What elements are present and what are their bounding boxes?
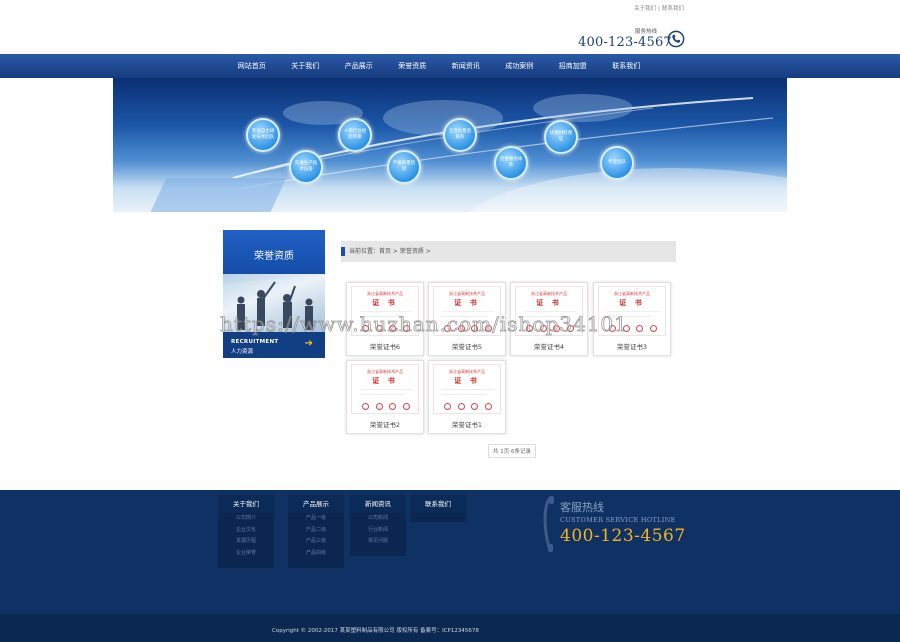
certificate-seals bbox=[444, 403, 492, 410]
certificate-line bbox=[360, 394, 404, 395]
certificate-header: 浙江省高新技术产品 bbox=[367, 291, 403, 296]
header-hotline: 服务热线 400-123-4567 bbox=[578, 27, 688, 51]
phone-icon bbox=[667, 30, 685, 48]
footer-hotline-sub: CUSTOMER SERVICE HOTLINE bbox=[560, 516, 676, 524]
banner-bubble: 全方位售后服务 bbox=[443, 118, 477, 152]
nav-honors[interactable]: 荣誉资质 bbox=[386, 54, 440, 78]
nav-cases[interactable]: 成功案例 bbox=[493, 54, 547, 78]
footer-column-products: 产品展示 产品一级 产品二级 产品三级 产品四级 bbox=[288, 495, 344, 568]
hero-banner: 专业自主研发技术团队 先进生产技术设备 十年行业经验积累 严格质量检测 全方位售… bbox=[113, 78, 787, 212]
nav-about[interactable]: 关于我们 bbox=[279, 54, 333, 78]
certificate-line bbox=[442, 389, 494, 390]
footer-hotline-label: 客服热线 bbox=[560, 501, 604, 514]
banner-bubble: 严格质量检测 bbox=[387, 150, 421, 184]
certificate-title: 证 书 bbox=[454, 377, 480, 385]
certificate-card[interactable]: 浙江省高新技术产品 证 书 荣誉证书2 bbox=[346, 360, 424, 434]
banner-bubble: 专业自主研发技术团队 bbox=[246, 118, 280, 152]
certificate-line bbox=[442, 394, 486, 395]
certificate-header: 浙江省高新技术产品 bbox=[614, 291, 650, 296]
footer-link[interactable]: 企业荣誉 bbox=[218, 548, 274, 560]
footer-column-title[interactable]: 联系我们 bbox=[410, 495, 466, 513]
footer-hotline-number: 400-123-4567 bbox=[560, 526, 686, 546]
copyright-bar: Copyright © 2002-2017 某某塑料制品有限公司 版权所有 备案… bbox=[0, 614, 900, 642]
certificate-header: 浙江省高新技术产品 bbox=[367, 369, 403, 374]
certificate-title: 证 书 bbox=[372, 299, 398, 307]
certificate-label[interactable]: 荣誉证书5 bbox=[429, 341, 505, 351]
banner-bubble: 先进生产技术设备 bbox=[289, 150, 323, 184]
certificate-label[interactable]: 荣誉证书6 bbox=[347, 341, 423, 351]
sidebar: 荣誉资质 RECRUITMENT 人力资源 ➔ bbox=[223, 230, 325, 358]
footer-column-title[interactable]: 关于我们 bbox=[218, 495, 274, 513]
arrow-right-icon[interactable]: ➔ bbox=[305, 338, 313, 349]
banner-bubble: 完善服务体系 bbox=[494, 146, 528, 180]
certificate-image: 浙江省高新技术产品 证 书 bbox=[433, 364, 501, 414]
nav-contact[interactable]: 联系我们 bbox=[600, 54, 654, 78]
banner-bubble: 十年行业经验积累 bbox=[338, 118, 372, 152]
breadcrumb: 当前位置：首页 > 荣誉资质 > bbox=[341, 241, 676, 262]
top-link-about[interactable]: 关于我们 bbox=[634, 6, 656, 12]
certificate-line bbox=[360, 389, 412, 390]
certificate-header: 浙江省高新技术产品 bbox=[531, 291, 567, 296]
banner-bubble: 优质材料保证 bbox=[544, 120, 578, 154]
hotline-label: 服务热线 bbox=[635, 29, 658, 35]
main-nav: 网站首页 关于我们 产品展示 荣誉资质 新闻资讯 成功案例 招商加盟 联系我们 bbox=[0, 54, 900, 78]
top-links: 关于我们 | 联系我们 bbox=[634, 6, 684, 12]
nav-join[interactable]: 招商加盟 bbox=[546, 54, 600, 78]
footer-column-title[interactable]: 产品展示 bbox=[288, 495, 344, 513]
breadcrumb-marker-icon bbox=[341, 247, 345, 256]
footer-column-about: 关于我们 公司简介 企业文化 发展历程 企业荣誉 bbox=[218, 495, 274, 568]
footer-link[interactable]: 企业文化 bbox=[218, 525, 274, 537]
certificate-title: 证 书 bbox=[454, 299, 480, 307]
certificate-label[interactable]: 荣誉证书3 bbox=[594, 341, 670, 351]
certificate-image: 浙江省高新技术产品 证 书 bbox=[351, 364, 419, 414]
sidebar-title: 荣誉资质 bbox=[223, 230, 325, 274]
banner-bubble: 专业团队 bbox=[600, 146, 634, 180]
nav-products[interactable]: 产品展示 bbox=[332, 54, 386, 78]
footer-link[interactable]: 常见问题 bbox=[350, 536, 406, 548]
sidebar-caption-cn: 人力资源 bbox=[231, 349, 254, 355]
footer-link[interactable]: 产品一级 bbox=[288, 513, 344, 525]
sidebar-caption-en: RECRUITMENT bbox=[231, 339, 279, 345]
certificate-title: 证 书 bbox=[619, 299, 645, 307]
footer-link[interactable]: 发展历程 bbox=[218, 536, 274, 548]
hotline-number: 400-123-4567 bbox=[578, 35, 672, 50]
nav-news[interactable]: 新闻资讯 bbox=[439, 54, 493, 78]
site-header: 关于我们 | 联系我们 服务热线 400-123-4567 bbox=[0, 0, 900, 54]
pagination-info: 共 1页 6条记录 bbox=[488, 444, 536, 458]
certificate-label[interactable]: 荣誉证书1 bbox=[429, 419, 505, 429]
footer-link[interactable]: 公司简介 bbox=[218, 513, 274, 525]
certificate-title: 证 书 bbox=[372, 377, 398, 385]
certificate-seals bbox=[362, 403, 410, 410]
footer-link[interactable]: 产品三级 bbox=[288, 536, 344, 548]
footer-link[interactable]: 公司新闻 bbox=[350, 513, 406, 525]
nav-home[interactable]: 网站首页 bbox=[225, 54, 279, 78]
footer-link[interactable]: 产品二级 bbox=[288, 525, 344, 537]
certificate-header: 浙江省高新技术产品 bbox=[449, 291, 485, 296]
footer-link[interactable]: 行业新闻 bbox=[350, 525, 406, 537]
footer-column-news: 新闻资讯 公司新闻 行业新闻 常见问题 bbox=[350, 495, 406, 556]
certificate-label[interactable]: 荣誉证书2 bbox=[347, 419, 423, 429]
certificate-header: 浙江省高新技术产品 bbox=[449, 369, 485, 374]
footer-column-contact: 联系我们 bbox=[410, 495, 466, 522]
phone-handset-icon bbox=[543, 496, 554, 552]
certificate-title: 证 书 bbox=[536, 299, 562, 307]
certificate-label[interactable]: 荣誉证书4 bbox=[511, 341, 587, 351]
copyright-text: Copyright © 2002-2017 某某塑料制品有限公司 版权所有 备案… bbox=[272, 628, 479, 634]
breadcrumb-text[interactable]: 当前位置：首页 > 荣誉资质 > bbox=[349, 248, 431, 255]
watermark-text: https://www.huzhan.com/ishop34101 bbox=[220, 312, 628, 337]
top-link-contact[interactable]: 联系我们 bbox=[662, 6, 684, 12]
footer-column-title[interactable]: 新闻资讯 bbox=[350, 495, 406, 513]
footer-link[interactable]: 产品四级 bbox=[288, 548, 344, 560]
certificate-card[interactable]: 浙江省高新技术产品 证 书 荣誉证书1 bbox=[428, 360, 506, 434]
